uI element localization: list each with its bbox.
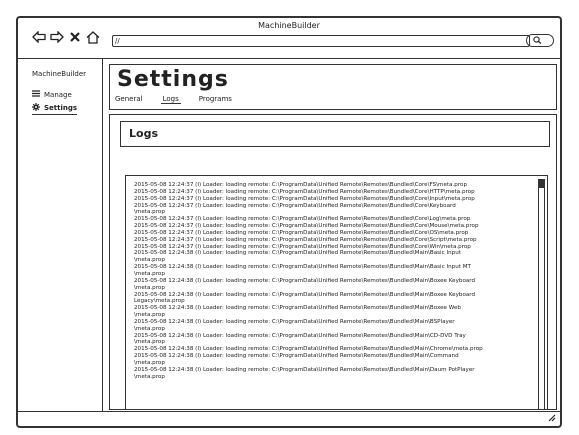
page-header: Settings General Logs Programs bbox=[109, 64, 557, 110]
scroll-thumb[interactable] bbox=[539, 180, 544, 188]
forward-arrow-icon[interactable] bbox=[50, 30, 64, 44]
sidebar: MachineBuilder Manage Settings bbox=[18, 58, 103, 412]
tab-logs[interactable]: Logs bbox=[160, 95, 181, 104]
log-scrollbar[interactable] bbox=[538, 179, 545, 409]
main-panel: Settings General Logs Programs Logs 2015… bbox=[102, 58, 560, 412]
back-arrow-icon[interactable] bbox=[32, 30, 46, 44]
tab-general[interactable]: General bbox=[115, 95, 143, 104]
sidebar-item-label: Settings bbox=[44, 104, 78, 112]
sidebar-brand: MachineBuilder bbox=[32, 70, 87, 78]
tab-bar: General Logs Programs bbox=[115, 95, 232, 104]
logs-content: Logs 2015-05-08 12:24:37 (I) Loader: loa… bbox=[109, 114, 557, 410]
close-icon[interactable] bbox=[68, 30, 82, 44]
title-bar: MachineBuilder // bbox=[18, 18, 560, 59]
browser-nav bbox=[32, 30, 100, 44]
logs-heading: Logs bbox=[120, 121, 550, 147]
home-icon[interactable] bbox=[86, 30, 100, 44]
tab-programs[interactable]: Programs bbox=[199, 95, 232, 104]
page-title: Settings bbox=[117, 67, 229, 92]
gear-icon bbox=[32, 103, 40, 113]
menu-icon bbox=[32, 90, 40, 99]
sidebar-item-settings[interactable]: Settings bbox=[32, 103, 78, 115]
resize-grip-icon[interactable] bbox=[548, 414, 556, 425]
log-output[interactable]: 2015-05-08 12:24:37 (I) Loader: loading … bbox=[125, 175, 548, 409]
sidebar-item-label: Manage bbox=[44, 90, 72, 99]
sidebar-item-manage[interactable]: Manage bbox=[32, 90, 72, 99]
app-window: MachineBuilder // MachineBuilder Manage … bbox=[16, 16, 562, 428]
window-title: MachineBuilder bbox=[258, 21, 320, 30]
search-icon[interactable] bbox=[533, 36, 542, 46]
status-bar bbox=[18, 411, 560, 426]
log-text: 2015-05-08 12:24:37 (I) Loader: loading … bbox=[134, 182, 483, 380]
url-input[interactable]: // bbox=[112, 35, 530, 47]
